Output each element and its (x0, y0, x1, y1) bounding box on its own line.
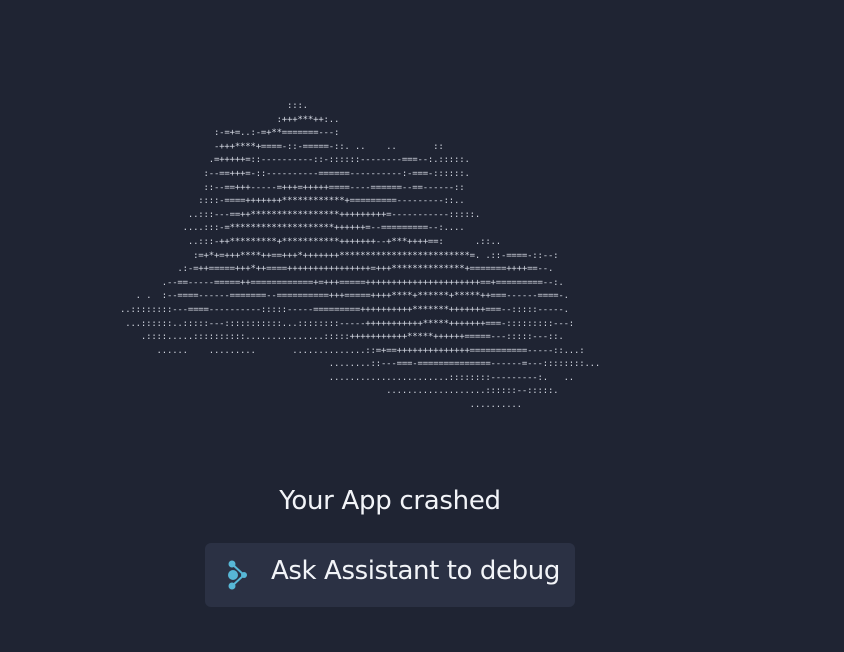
ask-assistant-debug-label: Ask Assistant to debug (271, 556, 560, 586)
crash-title: Your App crashed (279, 486, 501, 516)
crash-ascii-art: :::. :+++***++:.. :-=+=..:-=+**=======--… (120, 101, 601, 411)
assistant-icon (228, 560, 247, 590)
ask-assistant-debug-button[interactable]: Ask Assistant to debug (205, 543, 575, 607)
